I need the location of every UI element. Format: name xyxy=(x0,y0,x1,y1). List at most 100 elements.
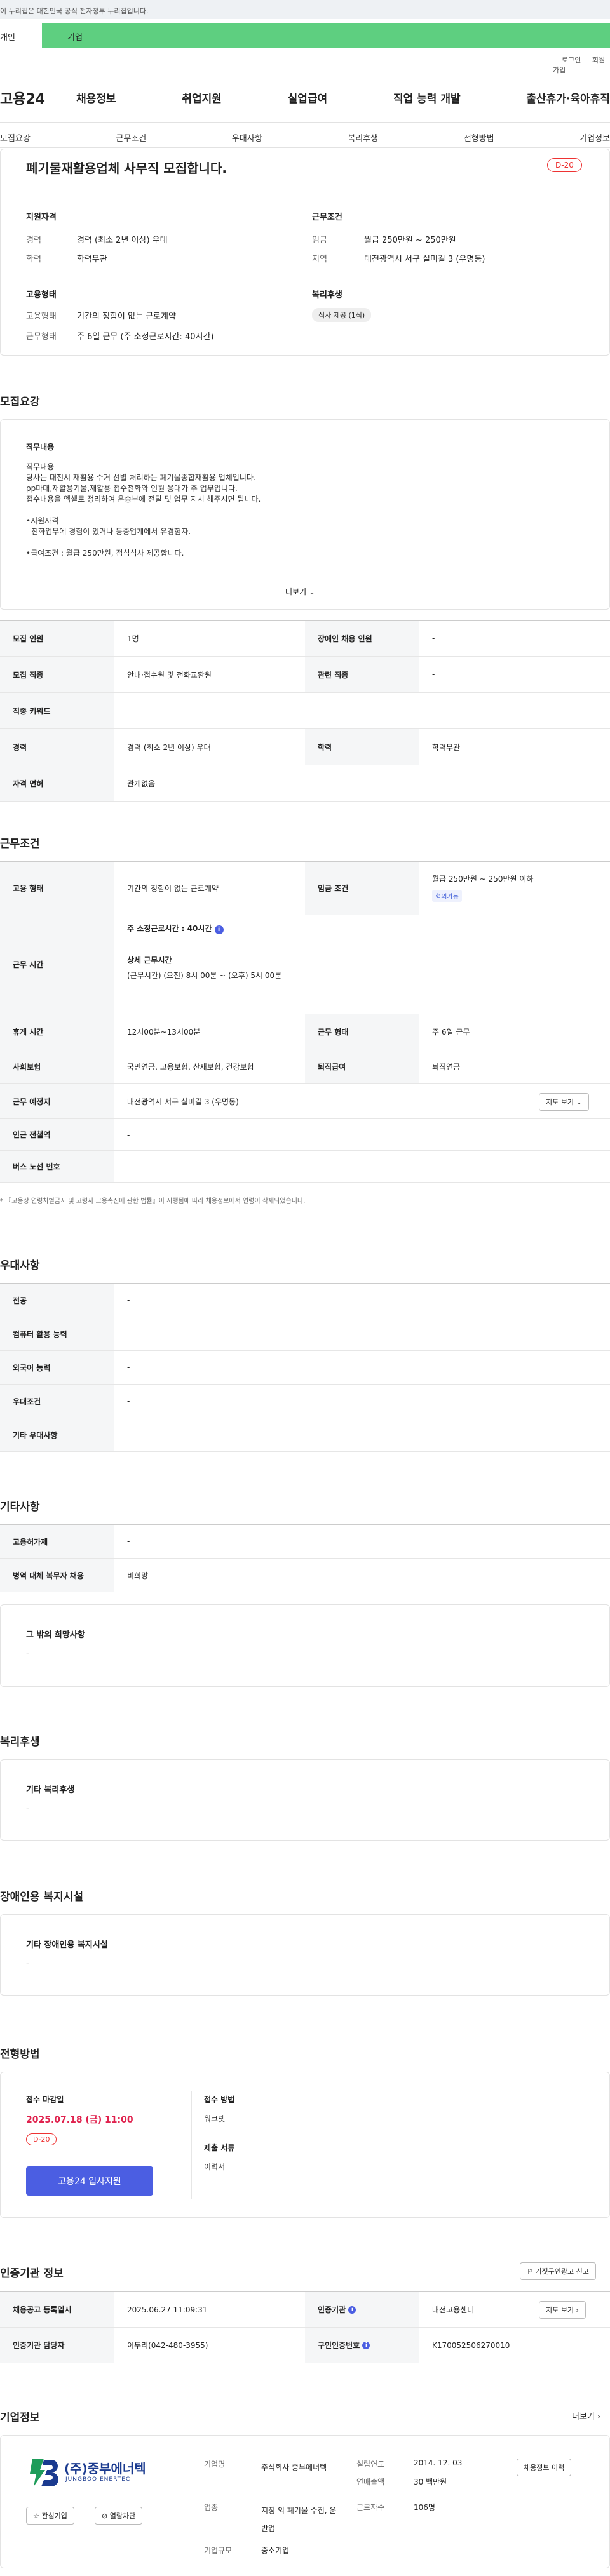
recruit-table: 모집 인원 1명 장애인 채용 인원 - 모집 직종 안내·접수원 및 전화교환… xyxy=(0,620,610,802)
welfare-pill: 식사 제공 (1식) xyxy=(312,308,372,322)
cell-header: 외국어 능력 xyxy=(0,1351,114,1384)
emp-title: 고용형태 xyxy=(26,290,57,300)
more-button[interactable]: 더보기 ⌄ xyxy=(285,586,315,597)
cell-value: - xyxy=(127,1162,130,1171)
worktype-value: 주 6일 근무 (주 소정근로시간: 40시간) xyxy=(77,332,214,342)
wage-value: 월급 250만원 ~ 250만원 xyxy=(364,236,456,245)
subnav-work[interactable]: 근무조건 xyxy=(116,131,146,144)
cell-value: 비희망 xyxy=(127,1571,149,1580)
info-icon[interactable]: i xyxy=(214,925,224,934)
subnav-pref[interactable]: 우대사항 xyxy=(232,131,262,144)
company-more-link[interactable]: 더보기 › xyxy=(572,2410,600,2422)
disab-section-title: 장애인용 복지시설 xyxy=(0,1891,84,1903)
cell-header: 장애인 채용 인원 xyxy=(305,621,419,656)
header-divider xyxy=(0,122,610,123)
menu-employment-support[interactable]: 취업지원 xyxy=(182,90,222,105)
duty-title: 직무내용 xyxy=(26,443,55,452)
cell-value: 경력 (최소 2년 이상) 우대 xyxy=(127,742,211,752)
recruit-section-title: 모집요강 xyxy=(0,396,40,408)
cell-header: 근무 시간 xyxy=(0,915,114,1014)
block-view-button[interactable]: ⊘ 열람차단 xyxy=(95,2507,143,2525)
cell-header: 임금 조건 xyxy=(305,862,419,915)
table-row: 고용 형태 기간의 정함이 없는 근로계약 임금 조건 월급 250만원 ~ 2… xyxy=(0,862,610,915)
login-link[interactable]: 로그인 xyxy=(562,56,581,64)
cell-header: 직종 키워드 xyxy=(0,693,114,728)
other-wish-value: - xyxy=(26,1649,29,1659)
report-button[interactable]: ⚐ 거짓구인광고 신고 xyxy=(520,2262,596,2280)
welfare-card-value: - xyxy=(26,1804,29,1814)
cell-header: 컴퓨터 활용 능력 xyxy=(0,1317,114,1350)
apply-button[interactable]: 고용24 입사지원 xyxy=(26,2166,153,2196)
tab-personal[interactable]: 개인 xyxy=(0,23,42,48)
chevron-down-icon: ⌄ xyxy=(576,1098,582,1106)
other-section-title: 기타사항 xyxy=(0,1501,40,1513)
qual-title: 지원자격 xyxy=(26,213,57,222)
table-row: 채용공고 등록일시 2025.06.27 11:09:31 인증기관 i 대전고… xyxy=(0,2292,610,2328)
company-more-label: 더보기 xyxy=(572,2412,595,2422)
menu-unemployment-benefit[interactable]: 실업급여 xyxy=(288,90,328,105)
map-button[interactable]: 지도 보기 ⌄ xyxy=(539,1093,589,1111)
employees-label: 근로자수 xyxy=(356,2503,385,2512)
report-button-label: 거짓구인광고 신고 xyxy=(535,2267,589,2276)
size-value: 중소기업 xyxy=(261,2546,290,2555)
favorite-company-button[interactable]: ☆ 관심기업 xyxy=(26,2507,74,2525)
weekly-hours: 주 소정근로시간 : 40시간 i xyxy=(127,923,224,934)
site-logo[interactable]: 고용24 xyxy=(0,88,45,108)
info-icon[interactable]: i xyxy=(362,2341,370,2349)
cert-map-button[interactable]: 지도 보기 › xyxy=(539,2301,586,2319)
other-table: 고용허가제 - 병역 대체 복무자 채용 비희망 xyxy=(0,1524,610,1592)
company-card: (주)중부에너텍 JUNGBOO ENERTEC ☆ 관심기업 ⊘ 열람차단 기… xyxy=(0,2435,610,2568)
cell-header: 채용공고 등록일시 xyxy=(0,2292,114,2327)
cell-value: 주 6일 근무 xyxy=(432,1027,470,1036)
main-menu: 채용정보 취업지원 실업급여 직업 능력 개발 출산휴가·육아휴직 xyxy=(76,90,610,105)
cell-value: 대전고용센터 xyxy=(432,2305,475,2314)
menu-training[interactable]: 직업 능력 개발 xyxy=(393,90,461,105)
hours-detail: (근무시간) (오전) 8시 00분 ~ (오후) 5시 00분 xyxy=(127,971,282,980)
table-row: 컴퓨터 활용 능력 - xyxy=(0,1317,610,1351)
table-row: 근무 시간 주 소정근로시간 : 40시간 i 상세 근무시간 (근무시간) (… xyxy=(0,915,610,1014)
docs-label: 제출 서류 xyxy=(204,2143,235,2152)
industry-label: 업종 xyxy=(204,2503,219,2512)
wage-condition-value: 월급 250만원 ~ 250만원 이하 xyxy=(432,875,534,883)
cell-value: 기간의 정함이 없는 근로계약 xyxy=(127,884,219,893)
cell-header: 병역 대체 복무자 채용 xyxy=(0,1559,114,1592)
cell-value: - xyxy=(432,670,435,679)
job-history-button[interactable]: 채용정보 이력 xyxy=(517,2459,572,2476)
apply-divider xyxy=(191,2091,192,2199)
cell-header: 퇴직급여 xyxy=(305,1049,419,1083)
map-button-label: 지도 보기 xyxy=(546,1098,574,1106)
pref-section-title: 우대사항 xyxy=(0,1259,40,1272)
cert-table: 채용공고 등록일시 2025.06.27 11:09:31 인증기관 i 대전고… xyxy=(0,2291,610,2363)
cell-header: 학력 xyxy=(305,729,419,765)
menu-parental-leave[interactable]: 출산휴가·육아휴직 xyxy=(526,90,610,105)
block-label: 열람차단 xyxy=(109,2512,136,2520)
duty-line xyxy=(26,537,261,548)
deadline-value: 2025.07.18 (금) 11:00 xyxy=(26,2115,133,2125)
subnav-apply[interactable]: 전형방법 xyxy=(464,131,494,144)
cell-header: 근무 예정지 xyxy=(0,1084,114,1118)
gov-banner-text: 이 누리집은 대한민국 공식 전자정부 누리집입니다. xyxy=(0,7,149,15)
weekly-hours-text: 주 소정근로시간 : 40시간 xyxy=(127,924,212,933)
cell-header: 우대조건 xyxy=(0,1385,114,1418)
cell-header: 경력 xyxy=(0,729,114,765)
subnav-company[interactable]: 기업정보 xyxy=(580,131,610,144)
cell-header: 기타 우대사항 xyxy=(0,1418,114,1451)
util-menu: 로그인 회원가입 xyxy=(553,55,610,75)
info-icon[interactable]: i xyxy=(348,2305,356,2314)
duty-line: 당사는 대전시 재활용 수거 선별 처리하는 폐기물종합재활용 업체입니다. xyxy=(26,473,256,482)
gov-banner: 이 누리집은 대한민국 공식 전자정부 누리집입니다. xyxy=(0,0,610,19)
menu-jobs[interactable]: 채용정보 xyxy=(76,90,116,105)
area-value: 대전광역시 서구 실미길 3 (우명동) xyxy=(364,255,485,264)
table-row: 외국어 능력 - xyxy=(0,1351,610,1385)
cell-value: - xyxy=(127,1430,130,1439)
tab-company[interactable]: 기업 xyxy=(42,23,610,48)
subnav-welfare[interactable]: 복리후생 xyxy=(348,131,378,144)
chevron-right-icon: › xyxy=(597,2412,601,2422)
emptype-value: 기간의 정함이 없는 근로계약 xyxy=(77,312,176,321)
cell-value: - xyxy=(127,1363,130,1372)
subnav-recruit[interactable]: 모집요강 xyxy=(0,131,30,144)
cell-header: 버스 노선 번호 xyxy=(0,1151,114,1182)
cell-value: - xyxy=(127,706,130,715)
cell-value: 국민연금, 고용보험, 산재보험, 건강보험 xyxy=(127,1062,254,1071)
cell-value: 안내·접수원 및 전화교환원 xyxy=(127,670,212,680)
